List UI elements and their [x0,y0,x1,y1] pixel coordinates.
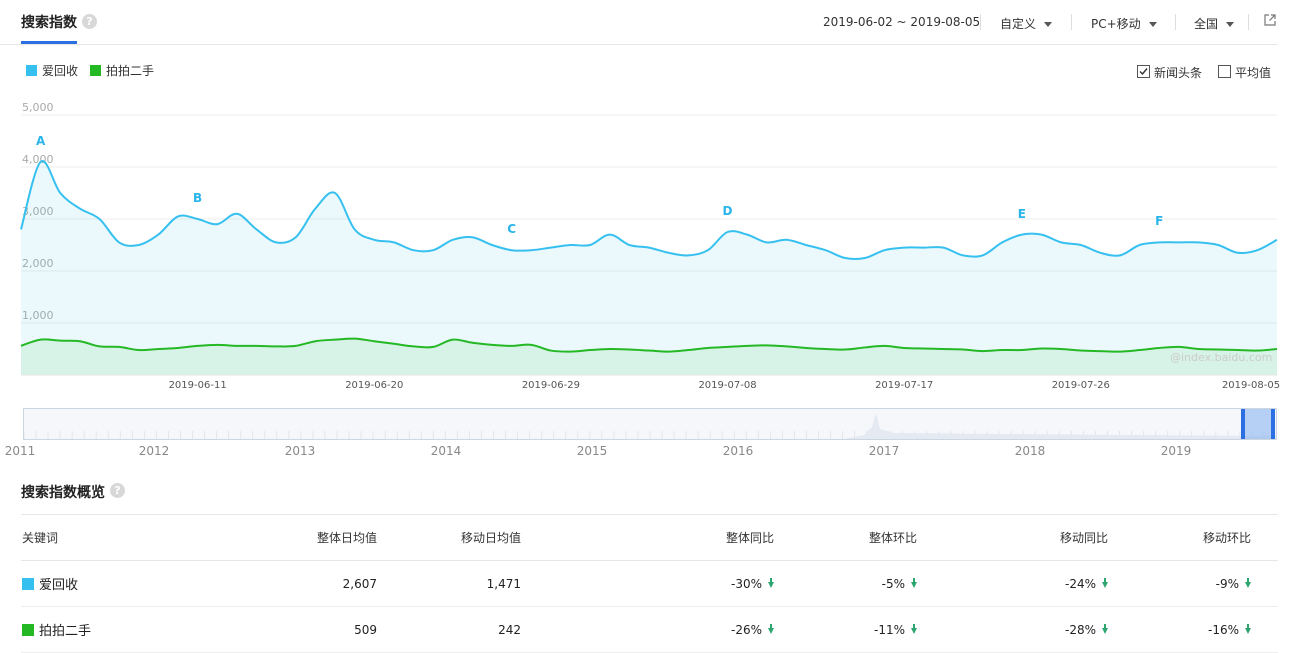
mobile-mom-cell: -16% [1109,606,1252,653]
slider-year-label: 2012 [138,444,170,458]
column-header: 移动同比 [918,514,1109,561]
x-tick-label: 2019-06-29 [521,380,580,391]
total-avg-cell: 2,607 [133,560,378,607]
total-mom-cell: -11% [775,606,918,653]
mobile-yoy-cell: -28% [918,606,1109,653]
column-spacer [1252,514,1278,561]
arrow-down-icon [911,577,917,588]
x-tick-label: 2019-07-26 [1051,380,1110,391]
mobile-yoy-cell: -24% [918,560,1109,607]
x-tick-label: 2019-08-05 [1221,380,1281,391]
news-annotation-marker[interactable]: C [507,222,516,236]
news-annotation-marker[interactable]: E [1018,207,1026,221]
overview-title: 搜索指数概览 [21,485,105,501]
x-tick-label: 2019-07-08 [698,380,757,391]
column-header: 移动日均值 [378,514,522,561]
slider-handle-left[interactable] [1241,409,1246,439]
row-spacer [1252,560,1278,607]
arrow-down-icon [911,623,917,634]
value: -26% [730,622,762,637]
value: -9% [1215,576,1239,591]
series-area-0 [21,160,1277,375]
slider-year-label: 2013 [284,444,316,458]
slider-year-label: 2015 [576,444,608,458]
watermark: @index.baidu.com [1170,351,1273,364]
column-header: 关键词 [21,514,133,561]
value: -5% [881,576,905,591]
column-header: 整体环比 [775,514,918,561]
slider-year-label: 2014 [430,444,462,458]
x-tick-label: 2019-06-20 [345,380,404,391]
slider-handle-right[interactable] [1271,409,1276,439]
value: -28% [1064,622,1096,637]
arrow-down-icon [1245,577,1251,588]
row-spacer [1252,606,1278,653]
column-header: 整体日均值 [133,514,378,561]
mobile-avg-cell: 242 [378,606,522,653]
series-swatch [22,578,34,590]
x-tick-label: 2019-06-11 [168,380,227,391]
total-yoy-cell: -30% [522,560,775,607]
value: -11% [873,622,905,637]
overview-table: 关键词 整体日均值 移动日均值 整体同比 整体环比 移动同比 移动环比 爱回收 … [21,514,1278,653]
mobile-avg-cell: 1,471 [378,560,522,607]
column-header: 整体同比 [522,514,775,561]
news-annotation-marker[interactable]: F [1155,214,1163,228]
news-annotation-marker[interactable]: D [723,204,733,218]
total-mom-cell: -5% [775,560,918,607]
news-annotation-marker[interactable]: B [193,191,202,205]
arrow-down-icon [768,623,774,634]
arrow-down-icon [1102,577,1108,588]
keyword-label: 拍拍二手 [39,624,92,639]
keyword-cell: 爱回收 [21,560,133,607]
slider-year-label: 2017 [868,444,900,458]
column-header: 移动环比 [1109,514,1252,561]
table-header-row: 关键词 整体日均值 移动日均值 整体同比 整体环比 移动同比 移动环比 [21,514,1278,561]
total-yoy-cell: -26% [522,606,775,653]
value: -30% [730,576,762,591]
help-icon[interactable]: ? [110,483,125,498]
arrow-down-icon [768,577,774,588]
mobile-mom-cell: -9% [1109,560,1252,607]
series-swatch [22,624,34,636]
keyword-label: 爱回收 [39,578,79,593]
slider-year-label: 2018 [1014,444,1046,458]
keyword-cell: 拍拍二手 [21,606,133,653]
arrow-down-icon [1102,623,1108,634]
x-tick-label: 2019-07-17 [875,380,934,391]
slider-year-label: 2011 [4,444,36,458]
arrow-down-icon [1245,623,1251,634]
table-row: 拍拍二手 509 242 -26% -11% -28% -16% [21,606,1278,653]
news-annotation-marker[interactable]: A [36,134,45,148]
table-row: 爱回收 2,607 1,471 -30% -5% -24% -9% [21,560,1278,607]
slider-track [24,413,1276,439]
total-avg-cell: 509 [133,606,378,653]
slider-selected-window[interactable] [1243,409,1274,439]
time-range-slider[interactable] [23,408,1277,440]
slider-mini-chart [844,413,1276,439]
slider-year-label: 2019 [1160,444,1192,458]
slider-year-label: 2016 [722,444,754,458]
value: -16% [1207,622,1239,637]
value: -24% [1064,576,1096,591]
